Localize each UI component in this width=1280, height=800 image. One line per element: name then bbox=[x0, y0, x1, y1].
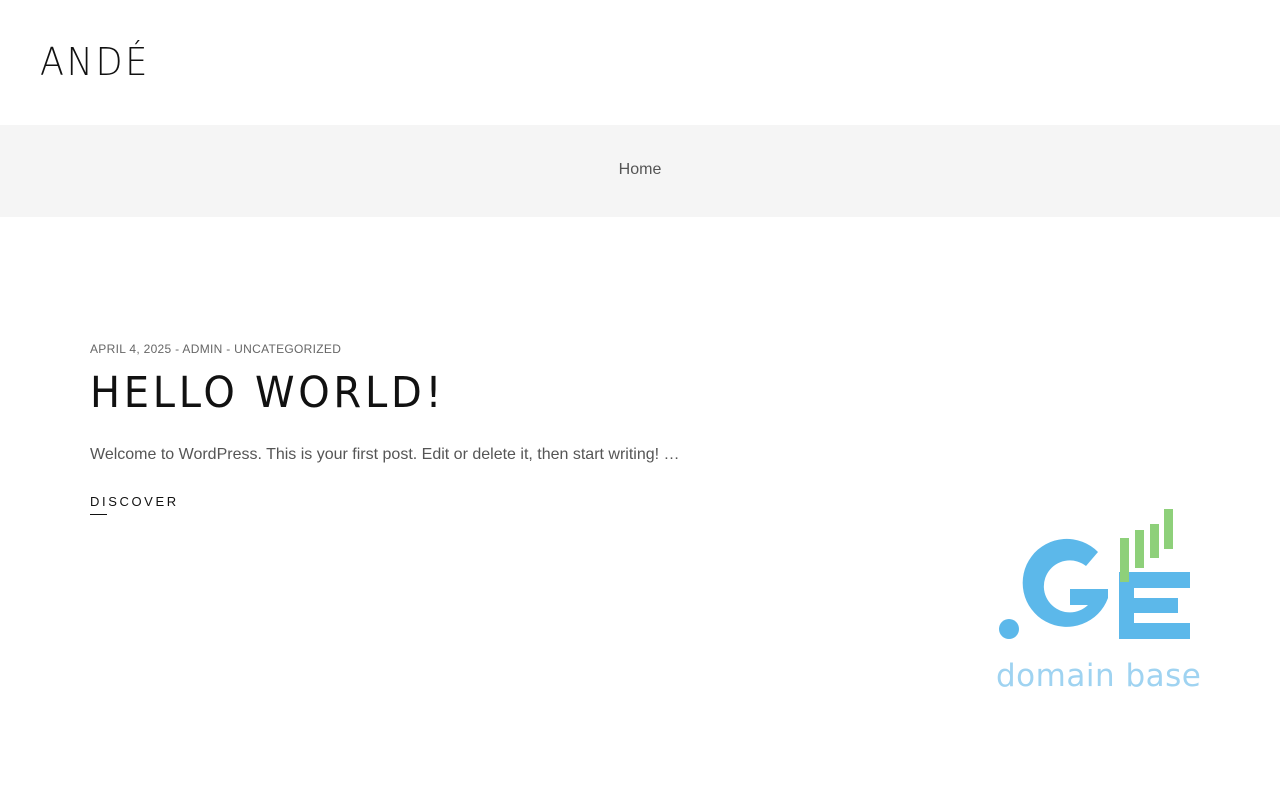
discover-button[interactable]: DISCOVER bbox=[90, 494, 179, 515]
post-author-link[interactable]: ADMIN bbox=[182, 342, 222, 356]
breadcrumb: Home bbox=[0, 125, 1280, 217]
post-category-link[interactable]: UNCATEGORIZED bbox=[234, 342, 341, 356]
post-card: APRIL 4, 2025 - ADMIN - UNCATEGORIZED HE… bbox=[90, 340, 890, 515]
site-logo[interactable]: ANDÉ bbox=[40, 42, 150, 82]
badge-caption: domain base bbox=[996, 658, 1202, 694]
post-date-link[interactable]: APRIL 4, 2025 bbox=[90, 342, 172, 356]
ge-logo-icon bbox=[999, 509, 1190, 639]
meta-separator: - bbox=[171, 342, 183, 356]
discover-label: DISCOVER bbox=[90, 494, 179, 509]
meta-separator: - bbox=[222, 342, 235, 356]
discover-underline bbox=[90, 514, 107, 515]
breadcrumb-home-link[interactable]: Home bbox=[619, 161, 662, 179]
post-excerpt: Welcome to WordPress. This is your first… bbox=[90, 446, 680, 463]
ge-domain-badge[interactable]: domain base bbox=[990, 500, 1202, 700]
post-title[interactable]: HELLO WORLD! bbox=[90, 367, 834, 419]
post-meta: APRIL 4, 2025 - ADMIN - UNCATEGORIZED bbox=[90, 340, 890, 358]
site-header: ANDÉ bbox=[0, 0, 1280, 125]
